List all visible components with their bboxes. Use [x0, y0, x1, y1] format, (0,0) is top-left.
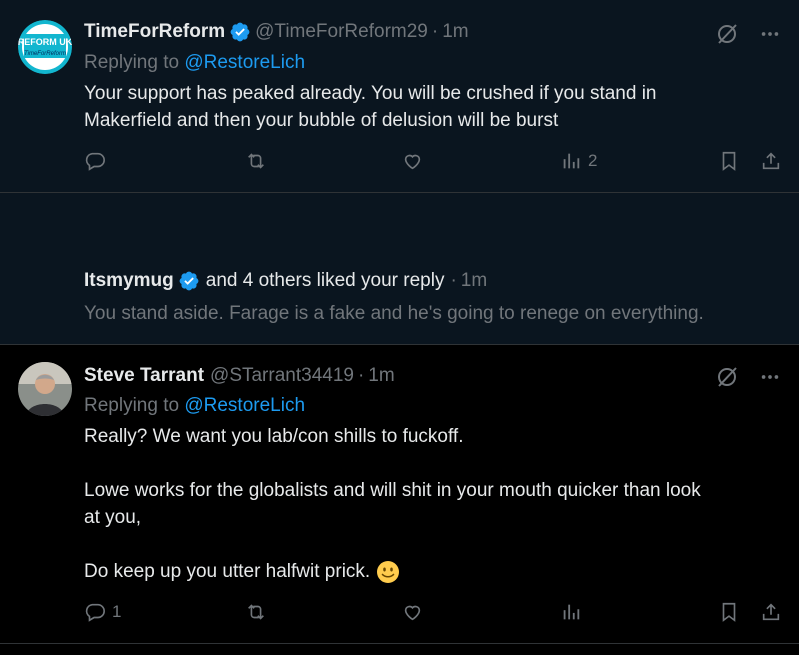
- avatar-logo-text: REFORM UK: [18, 37, 72, 47]
- replying-to: Replying to @RestoreLich: [84, 395, 305, 417]
- views-count: 2: [588, 151, 598, 170]
- handle[interactable]: @TimeForReform29: [255, 21, 428, 43]
- reply-button[interactable]: 1: [84, 601, 121, 623]
- liked-text: and 4 others liked your reply: [205, 270, 445, 291]
- liker-name[interactable]: Itsmymug: [84, 270, 174, 292]
- tweet-actions: 2: [0, 150, 799, 178]
- separator-dot: ·: [357, 365, 365, 386]
- avatar-timeforreform[interactable]: REFORM UK TimeForReform: [18, 20, 72, 74]
- separator-dot: ·: [431, 21, 439, 42]
- replying-to-mention[interactable]: @RestoreLich: [184, 395, 305, 416]
- separator-dot: ·: [450, 270, 457, 291]
- reply-count: 1: [112, 602, 122, 621]
- tweet-paragraph: at you,: [84, 507, 142, 528]
- share-button[interactable]: [760, 150, 782, 172]
- tweet-steve-tarrant[interactable]: Steve Tarrant @STarrant34419 · 1m Replyi…: [0, 345, 799, 644]
- tweet-text: Your support has peaked already. You wil…: [84, 80, 774, 134]
- more-options-icon[interactable]: [759, 23, 781, 50]
- more-options-icon[interactable]: [759, 366, 781, 393]
- display-name[interactable]: Steve Tarrant: [84, 365, 204, 387]
- timestamp[interactable]: 1m: [442, 21, 468, 43]
- like-button[interactable]: [401, 601, 424, 623]
- tweet-paragraph: Really? We want you lab/con shills to fu…: [84, 426, 464, 447]
- tweet-timeforreform[interactable]: REFORM UK TimeForReform TimeForReform @T…: [0, 0, 799, 193]
- replying-to-label: Replying to: [84, 52, 185, 73]
- liked-summary: Itsmymug and 4 others liked your reply ·…: [84, 270, 487, 292]
- slightly-smiling-emoji-icon: [376, 560, 400, 584]
- display-name[interactable]: TimeForReform: [84, 21, 225, 43]
- like-button[interactable]: [401, 150, 424, 172]
- tweet-text-line: Your support has peaked already. You wil…: [84, 83, 657, 104]
- repost-button[interactable]: [244, 601, 268, 623]
- grok-icon[interactable]: [715, 22, 739, 51]
- repost-button[interactable]: [244, 150, 268, 172]
- tweet-header: Steve Tarrant @STarrant34419 · 1m: [84, 365, 395, 387]
- tweet-actions: 1: [0, 601, 799, 629]
- verified-badge-icon: [178, 270, 200, 292]
- tweet-paragraph: Lowe works for the globalists and will s…: [84, 480, 701, 501]
- tweet-header: TimeForReform @TimeForReform29 · 1m: [84, 21, 469, 43]
- bookmark-button[interactable]: [718, 601, 740, 623]
- tweet-text: Really? We want you lab/con shills to fu…: [84, 423, 774, 585]
- replying-to-mention[interactable]: @RestoreLich: [184, 52, 305, 73]
- views-button[interactable]: 2: [560, 150, 597, 172]
- like-notification[interactable]: Itsmymug and 4 others liked your reply ·…: [0, 193, 799, 446]
- verified-badge-icon: [229, 21, 251, 43]
- handle[interactable]: @STarrant34419: [210, 365, 354, 387]
- tweet-paragraph: Do keep up you utter halfwit prick.: [84, 561, 371, 582]
- tweet-text-line: Makerfield and then your bubble of delus…: [84, 110, 559, 131]
- bookmark-button[interactable]: [718, 150, 740, 172]
- replying-to: Replying to @RestoreLich: [84, 52, 305, 74]
- timestamp: 1m: [460, 270, 488, 291]
- reply-button[interactable]: [84, 150, 106, 172]
- replying-to-label: Replying to: [84, 395, 185, 416]
- share-button[interactable]: [760, 601, 782, 623]
- timestamp[interactable]: 1m: [368, 365, 394, 387]
- views-button[interactable]: [560, 601, 582, 623]
- avatar-logo-subtext: TimeForReform: [24, 51, 66, 57]
- grok-icon[interactable]: [715, 365, 739, 394]
- avatar-steve-tarrant[interactable]: [18, 362, 72, 416]
- liked-reply-text: You stand aside. Farage is a fake and he…: [84, 303, 704, 324]
